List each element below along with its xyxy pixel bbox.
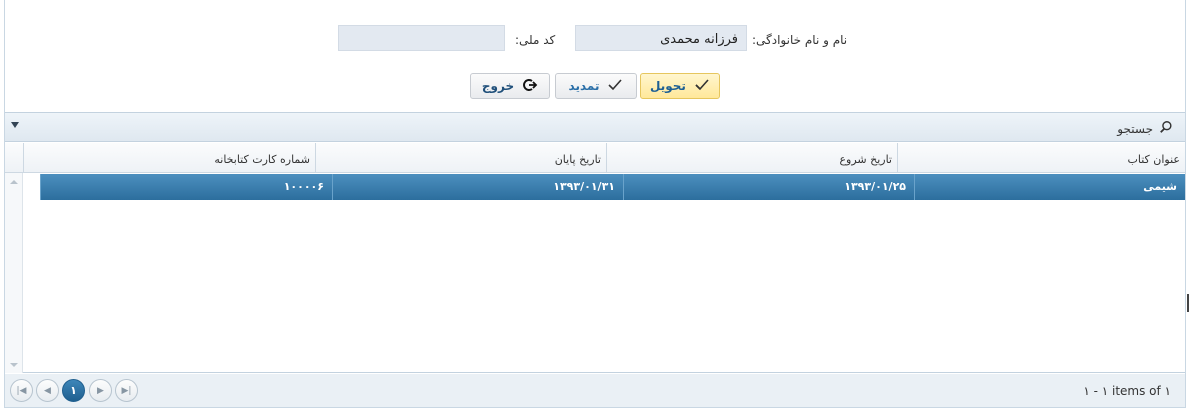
check-icon xyxy=(607,77,623,96)
column-header-start-date[interactable]: تاریخ شروع xyxy=(606,143,897,173)
first-page-icon[interactable]: |◀ xyxy=(10,379,33,402)
cell-library-card: ۱۰۰۰۰۶ xyxy=(40,174,332,200)
exit-button[interactable]: خروج xyxy=(470,73,550,99)
dropdown-caret-icon[interactable] xyxy=(11,122,19,128)
vertical-scrollbar[interactable] xyxy=(5,173,23,373)
renew-button-label: تمدید xyxy=(568,79,600,93)
pager-info: ۱ - ۱ items of ۱ xyxy=(1083,384,1171,398)
resize-handle[interactable] xyxy=(1187,294,1189,312)
exit-icon xyxy=(522,77,538,96)
loans-grid: عنوان کتاب تاریخ شروع تاریخ پایان شماره … xyxy=(5,143,1185,373)
national-code-label: کد ملی: xyxy=(515,33,556,47)
check-icon xyxy=(694,77,710,96)
pager: |◀ ◀ ۱ ▶ ▶| ۱ - ۱ items of ۱ xyxy=(5,374,1185,407)
scroll-down-icon[interactable] xyxy=(10,363,18,367)
deliver-button[interactable]: تحویل xyxy=(640,73,720,99)
fullname-field[interactable]: فرزانه محمدی xyxy=(575,25,747,51)
search-toggle[interactable]: جستجو xyxy=(1117,120,1173,137)
search-bar: جستجو xyxy=(5,112,1185,142)
column-header-end-date[interactable]: تاریخ پایان xyxy=(315,143,606,173)
national-code-field[interactable] xyxy=(338,25,505,51)
deliver-button-label: تحویل xyxy=(650,79,686,93)
grid-header: عنوان کتاب تاریخ شروع تاریخ پایان شماره … xyxy=(5,143,1185,173)
cell-book-title: شیمی xyxy=(914,174,1185,200)
prev-page-icon[interactable]: ◀ xyxy=(36,379,59,402)
column-header-book-title[interactable]: عنوان کتاب xyxy=(897,143,1185,173)
search-label: جستجو xyxy=(1117,121,1153,136)
last-page-icon[interactable]: ▶| xyxy=(115,379,138,402)
next-page-icon[interactable]: ▶ xyxy=(89,379,112,402)
column-header-library-card[interactable]: شماره کارت کتابخانه xyxy=(23,143,315,173)
renew-button[interactable]: تمدید xyxy=(555,73,637,99)
cell-end-date: ۱۳۹۳/۰۱/۳۱ xyxy=(332,174,623,200)
exit-button-label: خروج xyxy=(481,79,515,93)
scroll-up-icon[interactable] xyxy=(10,180,18,184)
page-number-button[interactable]: ۱ xyxy=(62,379,85,402)
fullname-label: نام و نام خانوادگی: xyxy=(752,33,848,47)
table-row[interactable]: شیمی ۱۳۹۳/۰۱/۲۵ ۱۳۹۳/۰۱/۳۱ ۱۰۰۰۰۶ xyxy=(40,174,1185,200)
search-icon xyxy=(1159,120,1173,137)
cell-start-date: ۱۳۹۳/۰۱/۲۵ xyxy=(623,174,914,200)
